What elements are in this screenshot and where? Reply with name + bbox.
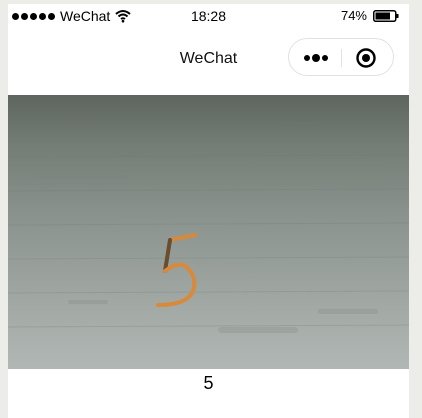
handwritten-digit-5 — [156, 233, 197, 307]
close-target-icon[interactable] — [355, 47, 377, 69]
camera-preview[interactable] — [8, 95, 409, 369]
miniprogram-capsule — [288, 38, 394, 76]
camera-frame — [8, 122, 409, 333]
recognition-result: 5 — [203, 373, 214, 393]
status-right: 74% — [341, 8, 399, 23]
phone-screen: WeChat 18:28 74% WeChat 5 — [8, 4, 409, 418]
nav-bar: WeChat — [8, 30, 409, 94]
more-icon[interactable] — [301, 49, 331, 67]
battery-percent: 74% — [340, 8, 367, 23]
status-bar: WeChat 18:28 74% — [8, 4, 409, 30]
capsule-divider — [341, 49, 342, 67]
battery-icon — [373, 9, 399, 22]
